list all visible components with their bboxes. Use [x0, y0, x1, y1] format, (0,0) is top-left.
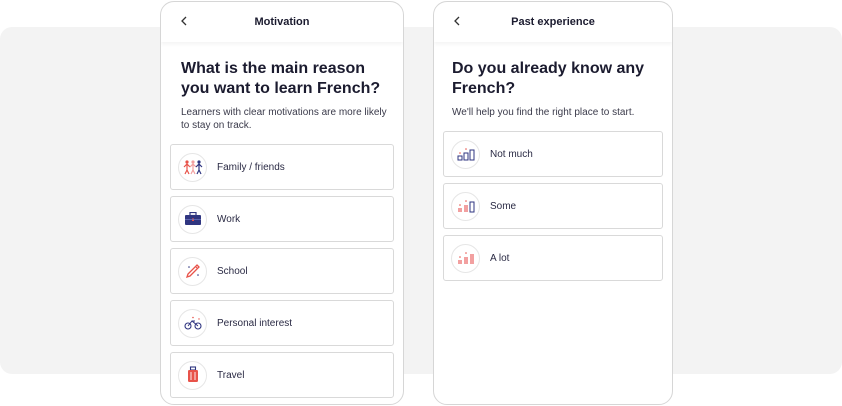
back-button[interactable] — [177, 14, 191, 28]
header: Past experience — [434, 2, 672, 42]
option-some[interactable]: Some — [443, 183, 663, 229]
screen-title: Past experience — [511, 16, 595, 28]
option-family-friends[interactable]: Family / friends — [170, 144, 394, 190]
option-personal-interest[interactable]: Personal interest — [170, 300, 394, 346]
header: Motivation — [161, 2, 403, 42]
option-not-much[interactable]: Not much — [443, 131, 663, 177]
back-button[interactable] — [450, 14, 464, 28]
briefcase-icon — [178, 204, 207, 234]
pencil-icon — [178, 256, 207, 286]
level-medium-icon — [451, 191, 480, 221]
option-label: Personal interest — [217, 317, 293, 329]
option-travel[interactable]: Travel — [170, 352, 394, 398]
motivation-screen: Motivation What is the main reason you w… — [160, 1, 404, 405]
option-label: Some — [490, 200, 517, 212]
past-experience-screen: Past experience Do you already know any … — [433, 1, 673, 405]
family-icon — [178, 152, 207, 182]
bicycle-icon — [178, 308, 207, 338]
option-a-lot[interactable]: A lot — [443, 235, 663, 281]
option-label: Family / friends — [217, 161, 285, 173]
option-label: Travel — [217, 369, 245, 381]
option-label: School — [217, 265, 248, 277]
question-subtitle: We'll help you find the right place to s… — [452, 107, 635, 118]
screen-title: Motivation — [254, 16, 310, 28]
option-label: A lot — [490, 252, 510, 264]
option-label: Not much — [490, 148, 533, 160]
option-label: Work — [217, 213, 241, 225]
question-heading: Do you already know any French? — [452, 60, 645, 97]
question-heading: What is the main reason you want to lear… — [181, 60, 381, 97]
question-subtitle: Learners with clear motivations are more… — [181, 107, 387, 131]
chevron-left-icon — [454, 16, 460, 26]
option-work[interactable]: Work — [170, 196, 394, 242]
chevron-left-icon — [181, 16, 187, 26]
option-school[interactable]: School — [170, 248, 394, 294]
options-list: Not much Some A lot — [443, 131, 663, 281]
options-list: Family / friends Work School Personal in… — [170, 144, 394, 398]
background-panel — [0, 27, 842, 374]
level-low-icon — [451, 139, 480, 169]
luggage-icon — [178, 360, 207, 390]
level-high-icon — [451, 243, 480, 273]
